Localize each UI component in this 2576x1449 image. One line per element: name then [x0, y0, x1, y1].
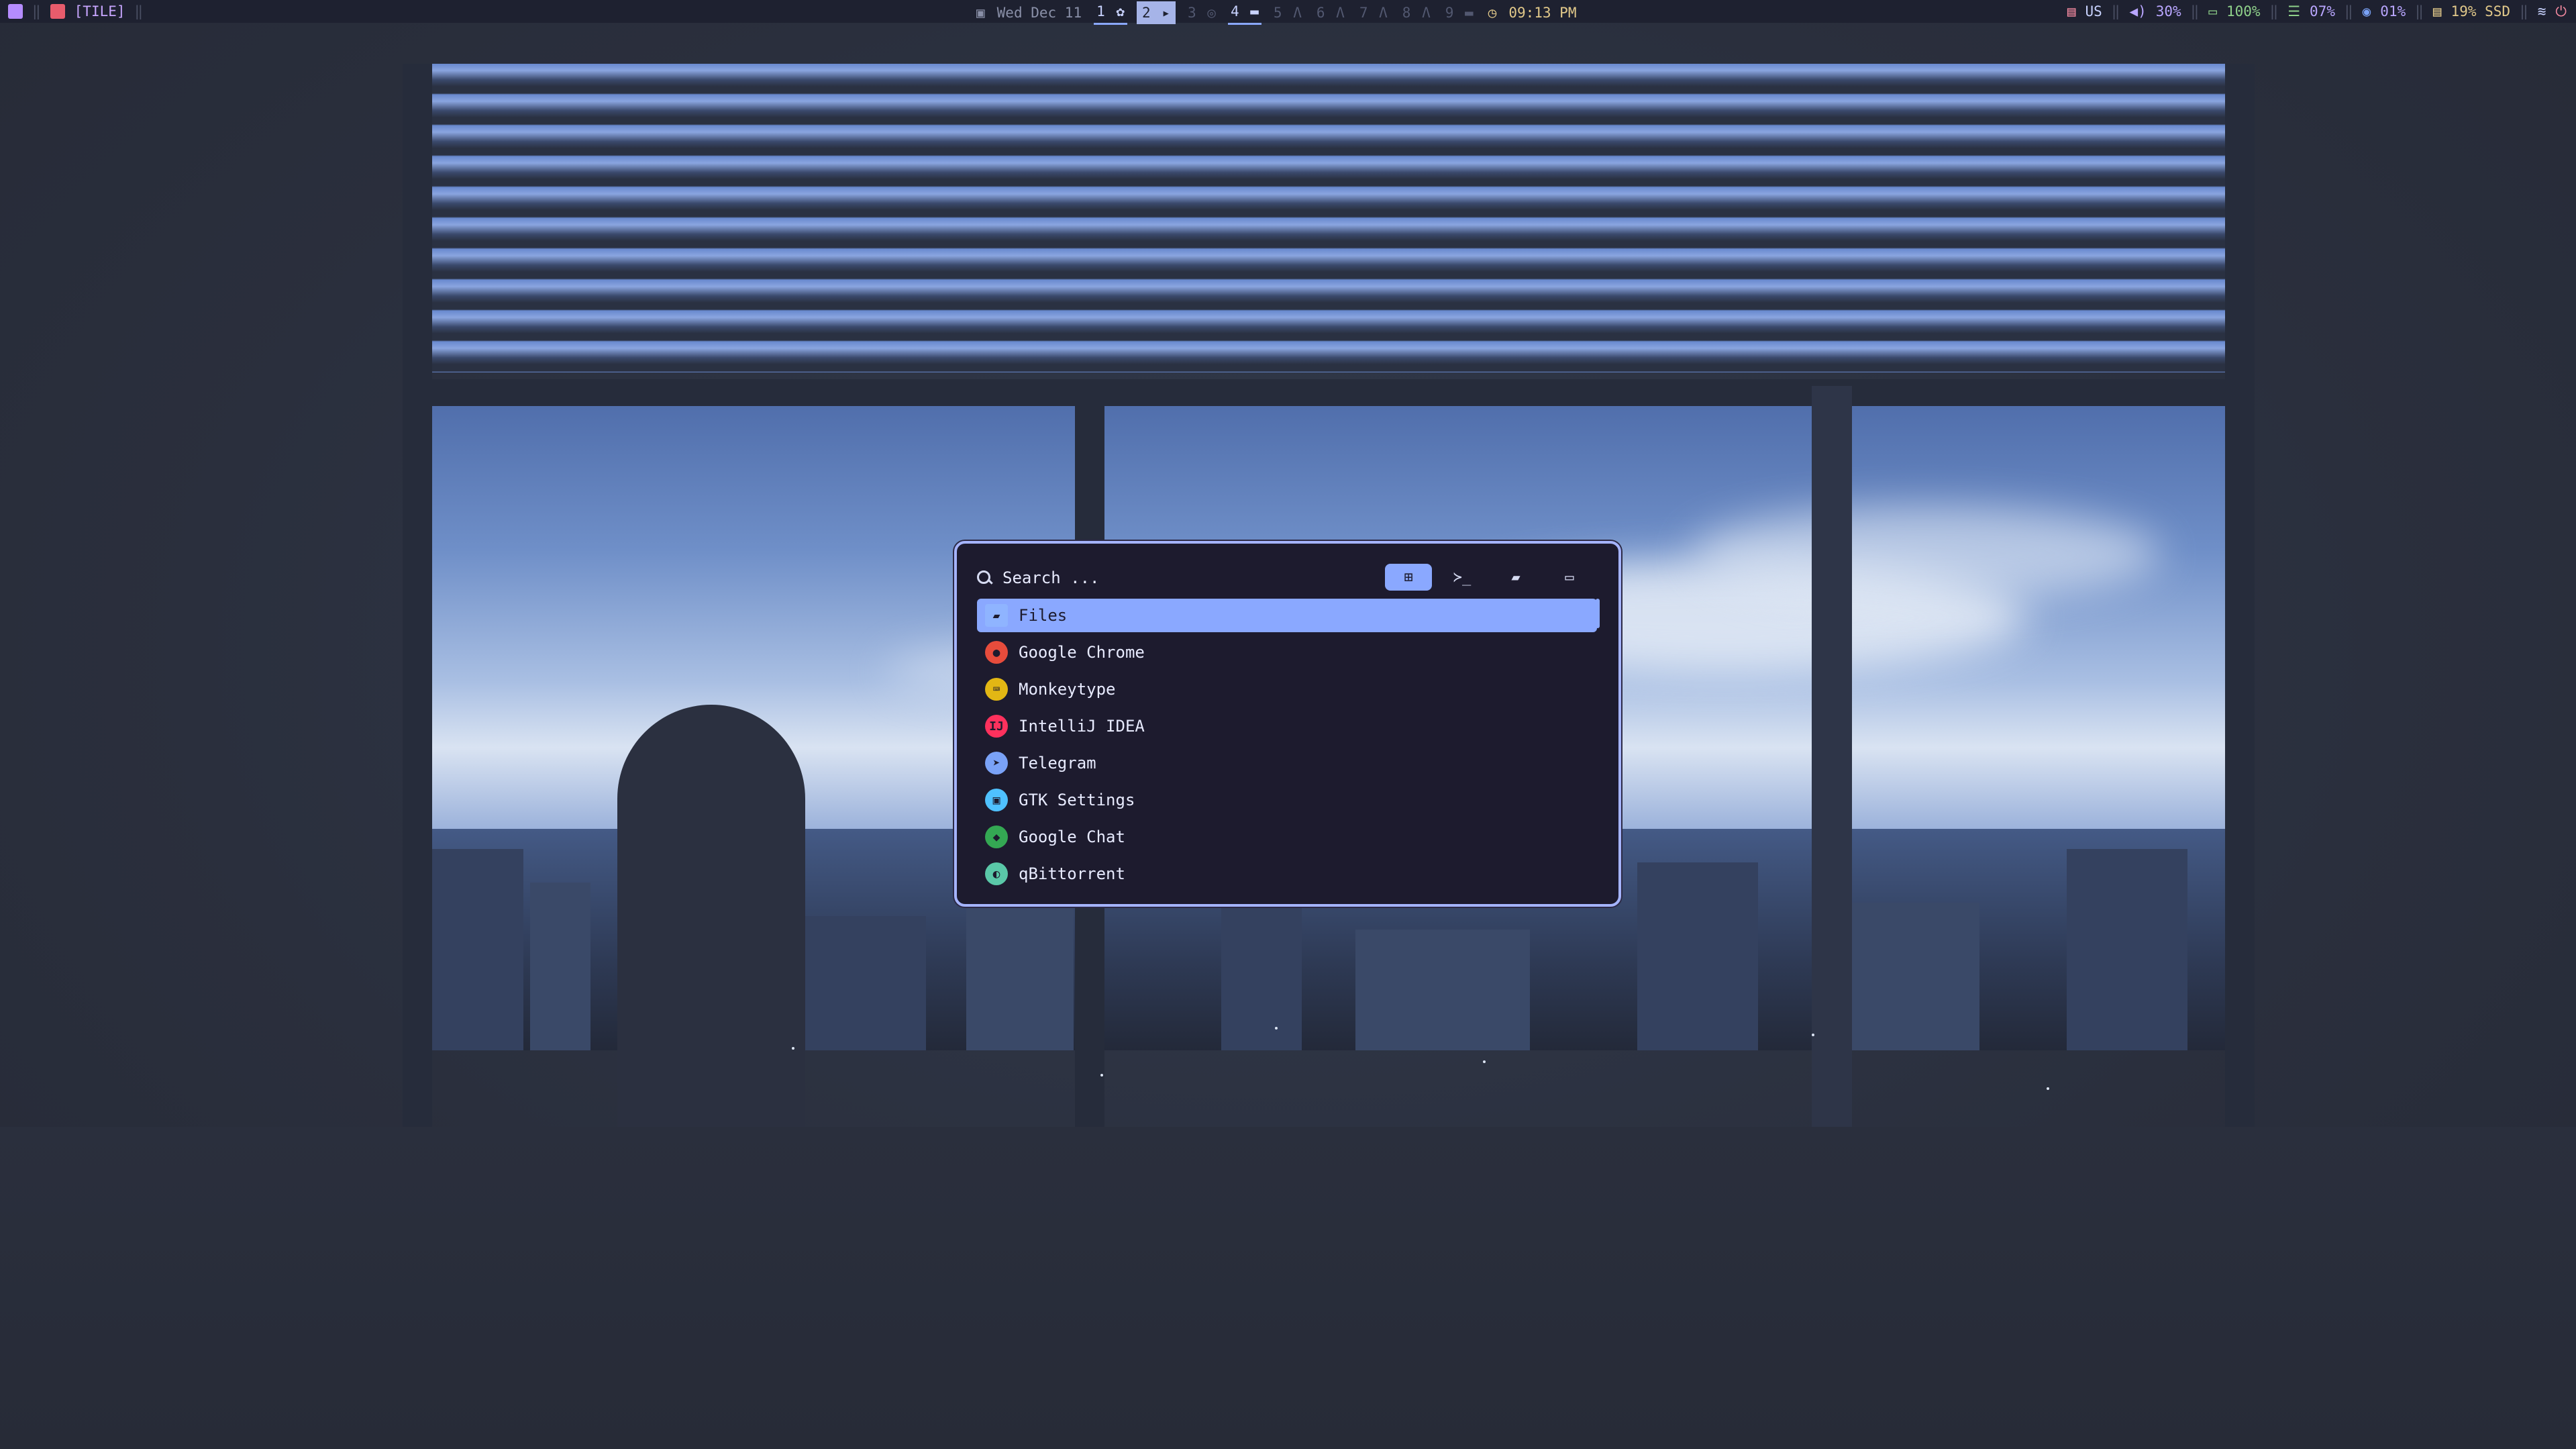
- workspace-number: 7: [1359, 4, 1368, 21]
- arch-icon: Λ: [1370, 4, 1388, 21]
- battery-level: 100%: [2226, 3, 2261, 19]
- window-icon: ▭: [1565, 568, 1574, 586]
- search-icon: [974, 568, 993, 587]
- folder-icon: ▰: [985, 604, 1008, 627]
- workspace-number: 3: [1188, 4, 1196, 21]
- separator: ‖: [32, 3, 41, 19]
- intellij-icon: IJ: [985, 715, 1008, 738]
- workspace-number: 1: [1096, 3, 1105, 19]
- launcher-item-label: GTK Settings: [1019, 791, 1135, 809]
- workspace-6[interactable]: 6 Λ: [1314, 1, 1347, 24]
- top-bar: ‖ [TILE] ‖ ▣ Wed Dec 11 1 ✿ 2 ▸ 3 ◎ 4 ▬ 5 Λ6…: [0, 0, 2576, 25]
- flag-icon: ▤: [2067, 3, 2076, 19]
- cpu-icon: ◉: [2362, 3, 2371, 19]
- time-label: 09:13 PM: [1508, 4, 1577, 21]
- launcher-item[interactable]: ▰ Files: [977, 599, 1597, 632]
- layout-icon: [50, 4, 65, 19]
- launcher-item-label: Telegram: [1019, 754, 1096, 772]
- chrome-icon: ●: [985, 641, 1008, 664]
- launcher-item[interactable]: ◐ qBittorrent: [977, 857, 1597, 891]
- launcher-item[interactable]: ◆ Google Chat: [977, 820, 1597, 854]
- mode-run-button[interactable]: ≻_: [1439, 564, 1486, 591]
- wallpaper-person: [617, 705, 805, 1175]
- window-icon: ▬: [1456, 4, 1474, 21]
- github-icon: ◎: [1198, 4, 1216, 21]
- search-input[interactable]: [1001, 568, 1380, 588]
- workspace-4[interactable]: 4 ▬: [1227, 0, 1261, 25]
- keyboard-icon: ⌨: [985, 678, 1008, 701]
- wallpaper-floor: [0, 1127, 2576, 1449]
- power-icon[interactable]: ⏻: [2555, 0, 2567, 23]
- launcher-item[interactable]: ● Google Chrome: [977, 636, 1597, 669]
- battery-icon: ▭: [2208, 3, 2217, 19]
- workspace-2[interactable]: 2 ▸: [1137, 1, 1176, 24]
- date-label: Wed Dec 11: [996, 4, 1082, 21]
- separator: ‖: [134, 3, 144, 19]
- disk-icon: ▤: [2432, 3, 2442, 19]
- launcher-item-label: Google Chrome: [1019, 643, 1145, 662]
- memory-usage: 07%: [2310, 3, 2335, 19]
- settings-icon: ▣: [985, 789, 1008, 811]
- volume-icon[interactable]: ◀): [2129, 0, 2146, 23]
- workspace-8[interactable]: 8 Λ: [1400, 1, 1433, 24]
- workspace-1[interactable]: 1 ✿: [1094, 0, 1128, 25]
- grid-icon: ⊞: [1404, 568, 1413, 586]
- arch-icon: Λ: [1284, 4, 1302, 21]
- cpu-usage: 01%: [2380, 3, 2406, 19]
- workspace-number: 8: [1402, 4, 1411, 21]
- workspace-number: 6: [1316, 4, 1325, 21]
- scrollbar[interactable]: [1596, 599, 1600, 628]
- launcher-item[interactable]: ⌨ Monkeytype: [977, 672, 1597, 706]
- workspace-5[interactable]: 5 Λ: [1271, 1, 1304, 24]
- memory-icon: ☰: [2287, 3, 2301, 19]
- layout-label[interactable]: [TILE]: [74, 0, 125, 23]
- keyboard-layout[interactable]: US: [2085, 0, 2102, 23]
- mode-switcher: ⊞ ≻_ ▰ ▭: [1385, 564, 1593, 591]
- app-launcher: ⊞≻_▰▭ ▰Files●Google Chrome⌨MonkeytypeIJI…: [954, 541, 1621, 907]
- disk-usage: 19% SSD: [2451, 3, 2511, 19]
- window-icon: ▬: [1241, 3, 1259, 19]
- chat-icon: ◆: [985, 826, 1008, 848]
- clock-icon: ◷: [1488, 4, 1497, 21]
- folder-icon: ▰: [1511, 568, 1521, 586]
- telegram-icon: ➤: [985, 752, 1008, 775]
- arch-icon: Λ: [1327, 4, 1345, 21]
- workspace-list: 1 ✿ 2 ▸ 3 ◎ 4 ▬ 5 Λ6 Λ7 Λ8 Λ9 ▬: [1094, 0, 1476, 25]
- workspace-number: 4: [1230, 3, 1239, 19]
- wifi-icon[interactable]: ≋: [2538, 0, 2546, 23]
- launcher-item-label: Google Chat: [1019, 828, 1125, 846]
- wallpaper-blinds: [403, 64, 2255, 372]
- torrent-icon: ◐: [985, 862, 1008, 885]
- workspace-9[interactable]: 9 ▬: [1443, 1, 1476, 24]
- app-list: ▰ Files ● Google Chrome ⌨ Monkeytype IJ Intelli…: [977, 599, 1597, 894]
- launcher-item-label: Monkeytype: [1019, 680, 1116, 699]
- launcher-item-label: IntelliJ IDEA: [1019, 717, 1145, 736]
- launcher-item[interactable]: ➤ Telegram: [977, 746, 1597, 780]
- workspace-3[interactable]: 3 ◎: [1185, 1, 1219, 24]
- launcher-item-label: qBittorrent: [1019, 864, 1125, 883]
- workspace-number: 2: [1142, 4, 1151, 21]
- terminal-icon: ▸: [1153, 4, 1170, 21]
- launcher-searchbar: ⊞ ≻_ ▰ ▭: [974, 564, 1605, 592]
- workspace-number: 9: [1445, 4, 1454, 21]
- calendar-icon: ▣: [976, 4, 985, 21]
- launcher-item-label: Files: [1019, 606, 1068, 625]
- launcher-item[interactable]: ▣ GTK Settings: [977, 783, 1597, 817]
- mode-windows-button[interactable]: ▭: [1546, 564, 1593, 591]
- arch-icon: Λ: [1413, 4, 1431, 21]
- workspace-7[interactable]: 7 Λ: [1357, 1, 1390, 24]
- sunflower-icon: ✿: [1107, 3, 1125, 19]
- terminal-icon: ≻_: [1453, 568, 1472, 586]
- volume-level[interactable]: 30%: [2156, 0, 2181, 23]
- menu-icon[interactable]: [8, 4, 23, 19]
- mode-files-button[interactable]: ▰: [1492, 564, 1539, 591]
- launcher-item[interactable]: IJ IntelliJ IDEA: [977, 709, 1597, 743]
- mode-apps-button[interactable]: ⊞: [1385, 564, 1432, 591]
- workspace-number: 5: [1273, 4, 1282, 21]
